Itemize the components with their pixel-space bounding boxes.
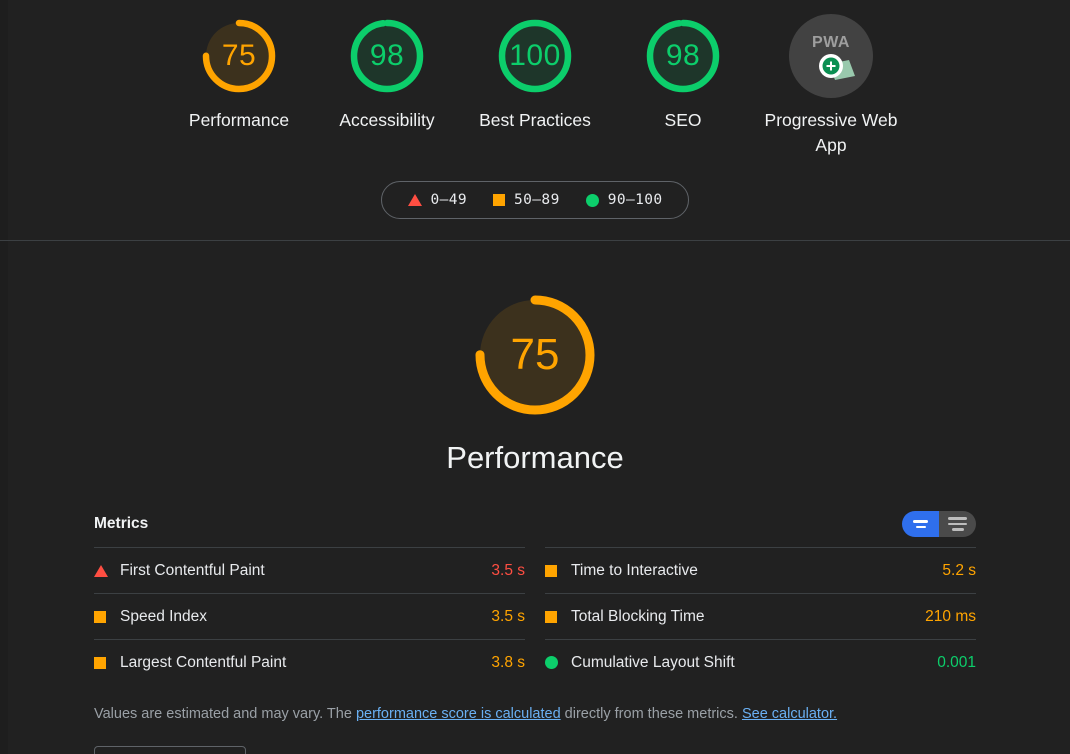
gauge-label-performance: Performance — [189, 108, 289, 133]
gauge-score-performance: 75 — [222, 14, 256, 98]
triangle-icon — [94, 565, 120, 577]
metric-row-time-to-interactive[interactable]: Time to Interactive 5.2 s — [545, 547, 976, 593]
metric-value: 3.8 s — [491, 654, 525, 672]
metrics-view-toggle[interactable] — [902, 511, 976, 537]
view-treemap-button[interactable]: View Treemap — [94, 746, 246, 754]
score-gauge-accessibility[interactable]: 98 Accessibility — [313, 14, 461, 133]
score-legend: 0–49 50–89 90–100 — [381, 181, 690, 219]
metrics-section: Metrics Firs — [94, 477, 976, 754]
legend-item-fail: 0–49 — [408, 192, 468, 208]
square-icon — [493, 194, 505, 206]
legend-item-pass: 90–100 — [586, 192, 663, 208]
metric-name: Time to Interactive — [571, 562, 942, 580]
gauge-ring-accessibility: 98 — [345, 14, 429, 98]
metrics-header: Metrics — [94, 511, 976, 537]
toggle-expanded-view[interactable] — [939, 511, 976, 537]
score-legend-wrapper: 0–49 50–89 90–100 — [0, 181, 1070, 219]
score-gauge-best-practices[interactable]: 100 Best Practices — [461, 14, 609, 133]
square-icon — [94, 611, 120, 623]
disclaimer-text-part1: Values are estimated and may vary. The — [94, 706, 356, 722]
metric-value: 0.001 — [937, 654, 976, 672]
metrics-disclaimer: Values are estimated and may vary. The p… — [94, 704, 976, 724]
category-gauge-ring: 75 — [465, 285, 605, 425]
circle-icon — [545, 656, 571, 669]
metric-name: Largest Contentful Paint — [120, 654, 491, 672]
metric-row-speed-index[interactable]: Speed Index 3.5 s — [94, 593, 525, 639]
metric-row-total-blocking-time[interactable]: Total Blocking Time 210 ms — [545, 593, 976, 639]
score-gauge-seo[interactable]: 98 SEO — [609, 14, 757, 133]
category-score: 75 — [511, 285, 560, 425]
legend-item-average: 50–89 — [493, 192, 560, 208]
metrics-heading: Metrics — [94, 515, 148, 533]
metric-name: First Contentful Paint — [120, 562, 491, 580]
lighthouse-report: 75 Performance 98 Accessibility — [0, 0, 1070, 754]
metric-row-largest-contentful-paint[interactable]: Largest Contentful Paint 3.8 s — [94, 639, 525, 685]
gauge-label-pwa: Progressive Web App — [761, 108, 901, 158]
gauge-score-accessibility: 98 — [370, 14, 404, 98]
gauge-ring-performance: 75 — [197, 14, 281, 98]
metrics-columns: First Contentful Paint 3.5 s Speed Index… — [94, 547, 976, 685]
metric-row-first-contentful-paint[interactable]: First Contentful Paint 3.5 s — [94, 547, 525, 593]
triangle-icon — [408, 194, 422, 206]
metric-value: 5.2 s — [942, 562, 976, 580]
scores-summary-bar: 75 Performance 98 Accessibility — [0, 0, 1070, 241]
metric-name: Cumulative Layout Shift — [571, 654, 937, 672]
gauge-ring-best-practices: 100 — [493, 14, 577, 98]
performance-category: 75 Performance Metrics — [0, 241, 1070, 754]
gauge-score-best-practices: 100 — [509, 14, 561, 98]
see-calculator-link[interactable]: See calculator. — [742, 706, 837, 722]
metric-value: 210 ms — [925, 608, 976, 626]
category-title: Performance — [446, 439, 623, 477]
score-gauges: 75 Performance 98 Accessibility — [0, 14, 1070, 158]
toggle-simple-view[interactable] — [902, 511, 939, 537]
performance-score-link[interactable]: performance score is calculated — [356, 706, 561, 722]
metric-row-cumulative-layout-shift[interactable]: Cumulative Layout Shift 0.001 — [545, 639, 976, 685]
metric-value: 3.5 s — [491, 562, 525, 580]
metric-value: 3.5 s — [491, 608, 525, 626]
gauge-label-best-practices: Best Practices — [479, 108, 591, 133]
disclaimer-text-part2: directly from these metrics. — [561, 706, 742, 722]
gauge-label-accessibility: Accessibility — [339, 108, 434, 133]
legend-range-fail: 0–49 — [431, 192, 468, 208]
svg-text:PWA: PWA — [812, 34, 850, 51]
metrics-column-right: Time to Interactive 5.2 s Total Blocking… — [545, 547, 976, 685]
pwa-badge-icon: PWA — [789, 14, 873, 98]
score-gauge-performance[interactable]: 75 Performance — [165, 14, 313, 133]
gauge-score-seo: 98 — [666, 14, 700, 98]
score-gauge-pwa[interactable]: PWA Progressive Web App — [757, 14, 905, 158]
circle-icon — [586, 194, 599, 207]
metric-name: Speed Index — [120, 608, 491, 626]
gauge-label-seo: SEO — [665, 108, 702, 133]
square-icon — [545, 565, 571, 577]
gauge-ring-seo: 98 — [641, 14, 725, 98]
category-gauge-performance: 75 Performance — [0, 285, 1070, 477]
legend-range-pass: 90–100 — [608, 192, 663, 208]
legend-range-average: 50–89 — [514, 192, 560, 208]
metrics-column-left: First Contentful Paint 3.5 s Speed Index… — [94, 547, 525, 685]
metric-name: Total Blocking Time — [571, 608, 925, 626]
square-icon — [94, 657, 120, 669]
square-icon — [545, 611, 571, 623]
